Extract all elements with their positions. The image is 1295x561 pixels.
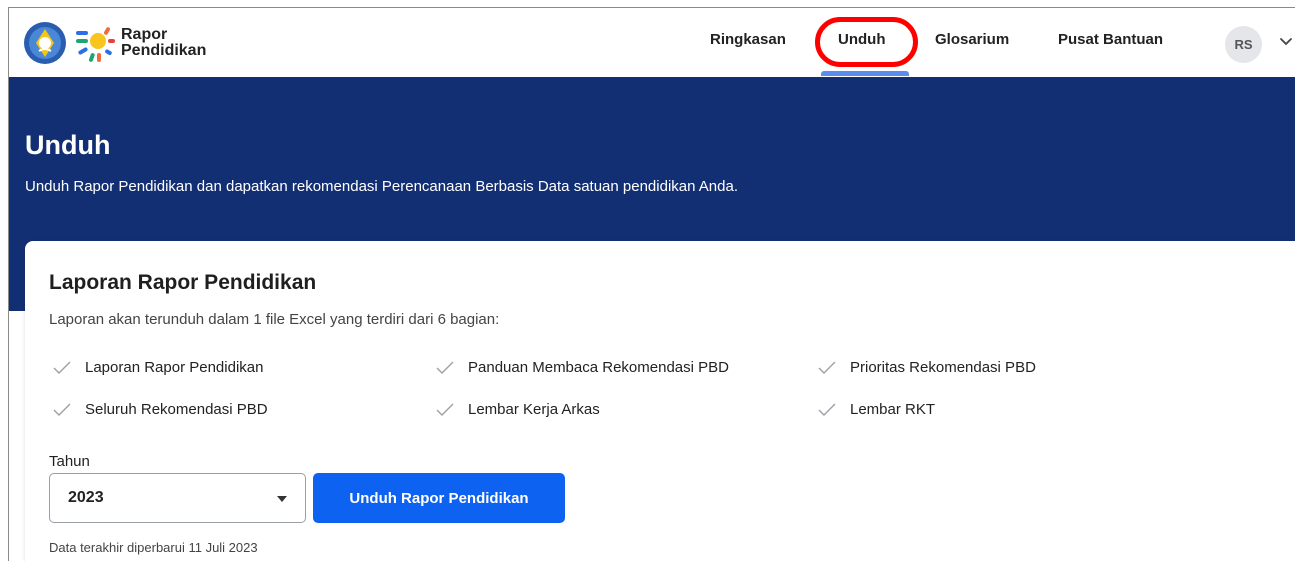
report-part-item: Lembar Kerja Arkas — [436, 401, 600, 418]
caret-down-icon — [277, 496, 287, 502]
report-part-label: Prioritas Rekomendasi PBD — [850, 359, 1036, 376]
report-part-item: Seluruh Rekomendasi PBD — [53, 401, 268, 418]
download-report-button[interactable]: Unduh Rapor Pendidikan — [313, 473, 565, 523]
page-title: Unduh — [25, 130, 111, 160]
page-subtitle: Unduh Rapor Pendidikan dan dapatkan reko… — [25, 178, 738, 195]
check-icon — [818, 361, 836, 374]
card-description: Laporan akan terunduh dalam 1 file Excel… — [49, 311, 500, 328]
report-part-label: Laporan Rapor Pendidikan — [85, 359, 264, 376]
nav-glosarium[interactable]: Glosarium — [935, 31, 1009, 48]
check-icon — [436, 361, 454, 374]
main-nav: Ringkasan Unduh Glosarium Pusat Bantuan … — [9, 8, 1295, 77]
report-part-item: Laporan Rapor Pendidikan — [53, 359, 263, 376]
report-part-item: Lembar RKT — [818, 401, 935, 418]
annotation-highlight-ring — [815, 17, 918, 67]
report-part-label: Lembar Kerja Arkas — [468, 401, 600, 418]
browser-viewport: Rapor Pendidikan Ringkasan Unduh Glosari… — [8, 7, 1295, 561]
report-part-label: Lembar RKT — [850, 401, 936, 418]
year-label: Tahun — [49, 453, 90, 470]
year-select[interactable]: 2023 — [49, 473, 306, 523]
check-icon — [436, 403, 454, 416]
report-card: Laporan Rapor Pendidikan Laporan akan te… — [25, 241, 1295, 561]
year-select-value: 2023 — [68, 489, 104, 506]
check-icon — [53, 403, 71, 416]
last-updated-text: Data terakhir diperbarui 11 Juli 2023 — [49, 540, 258, 555]
check-icon — [53, 361, 71, 374]
report-part-item: Prioritas Rekomendasi PBD — [818, 359, 1036, 376]
nav-active-indicator — [821, 71, 909, 76]
nav-pusat-bantuan[interactable]: Pusat Bantuan — [1058, 31, 1163, 48]
nav-ringkasan[interactable]: Ringkasan — [710, 31, 786, 48]
card-title: Laporan Rapor Pendidikan — [49, 271, 317, 294]
top-navbar: Rapor Pendidikan Ringkasan Unduh Glosari… — [9, 8, 1295, 77]
report-part-label: Seluruh Rekomendasi PBD — [85, 401, 268, 418]
check-icon — [818, 403, 836, 416]
user-avatar[interactable]: RS — [1225, 26, 1262, 63]
report-part-item: Panduan Membaca Rekomendasi PBD — [436, 359, 729, 376]
chevron-down-icon[interactable] — [1277, 33, 1295, 51]
report-part-label: Panduan Membaca Rekomendasi PBD — [468, 359, 729, 376]
